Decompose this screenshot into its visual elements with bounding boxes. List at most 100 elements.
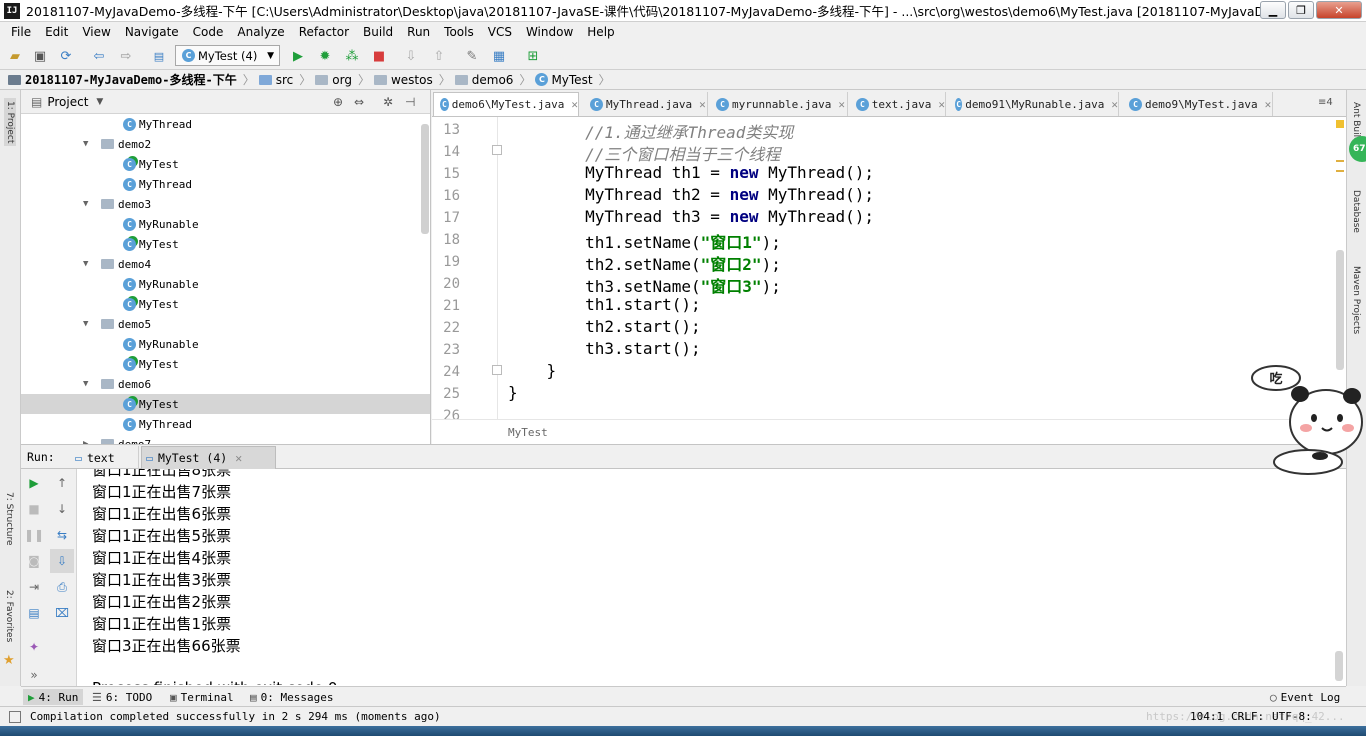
close-tab-icon[interactable]: ✕ (235, 451, 242, 465)
menu-view[interactable]: View (75, 25, 117, 39)
file-encoding[interactable]: UTF-8: (1272, 710, 1312, 723)
trash-icon[interactable]: ⌧ (54, 605, 70, 621)
pin-icon[interactable]: ✦ (26, 639, 42, 655)
expand-arrow-icon[interactable]: ▼ (83, 199, 95, 209)
event-log-tool-button[interactable]: ◯ Event Log (1265, 689, 1345, 705)
rerun-icon[interactable]: ▶ (26, 475, 42, 491)
tab-text[interactable]: C text.java ✕ (850, 92, 946, 116)
soft-wrap-icon[interactable]: ⇆ (54, 527, 70, 543)
menu-run[interactable]: Run (400, 25, 437, 39)
maven-tool-button[interactable]: Maven Projects (1351, 266, 1361, 334)
run-configuration-select[interactable]: C MyTest (4) ▼ (175, 45, 280, 66)
structure-tool-button[interactable]: 7: Structure (4, 492, 14, 546)
close-tab-icon[interactable]: ✕ (571, 98, 578, 111)
menu-edit[interactable]: Edit (38, 25, 75, 39)
stop-icon[interactable]: ■ (370, 47, 388, 65)
star-icon[interactable]: ★ (3, 653, 15, 668)
tree-folder[interactable]: ▼ demo4 (21, 254, 430, 274)
tree-class[interactable]: C MyTest (21, 354, 430, 374)
tree-folder[interactable]: ▼ demo5 (21, 314, 430, 334)
tree-class[interactable]: C MyTest (21, 154, 430, 174)
sdk-icon[interactable]: ⊞ (524, 47, 542, 65)
breadcrumb-project[interactable]: 20181107-MyJavaDemo-多线程-下午 〉 (8, 71, 255, 88)
print-icon[interactable]: ⎙ (54, 579, 70, 595)
terminal-tool-button[interactable]: ▣ Terminal (165, 689, 239, 705)
breadcrumb-westos[interactable]: westos 〉 (373, 71, 451, 88)
close-tab-icon[interactable]: ✕ (838, 98, 845, 111)
close-tab-icon[interactable]: ✕ (1111, 98, 1118, 111)
stop-icon[interactable]: ■ (26, 501, 42, 517)
run-tool-button[interactable]: ▶ 4: Run (23, 689, 84, 705)
breadcrumb-src[interactable]: src 〉 (258, 71, 311, 88)
tree-folder[interactable]: ▼ demo2 (21, 134, 430, 154)
close-tab-icon[interactable]: ✕ (938, 98, 945, 111)
menu-refactor[interactable]: Refactor (292, 25, 356, 39)
sync-icon[interactable]: ⟳ (57, 47, 75, 65)
tab-demo9-mytest[interactable]: C demo9\MyTest.java ✕ (1123, 92, 1273, 116)
more-icon[interactable]: » (26, 667, 42, 683)
menu-analyze[interactable]: Analyze (230, 25, 291, 39)
menu-file[interactable]: File (4, 25, 38, 39)
expand-arrow-icon[interactable]: ▼ (83, 259, 95, 269)
tree-class[interactable]: C MyRunable (21, 274, 430, 294)
scroll-to-end-icon[interactable]: ⇩ (50, 549, 74, 573)
tree-folder[interactable]: ▶ demo7 (21, 434, 430, 444)
breadcrumb-mytest[interactable]: C MyTest 〉 (535, 71, 611, 88)
up-arrow-icon[interactable]: ↑ (54, 475, 70, 491)
project-scrollbar[interactable] (421, 124, 429, 234)
tab-myrunnable[interactable]: C myrunnable.java ✕ (710, 92, 848, 116)
code-area[interactable]: //1.通过继承Thread类实现 //三个窗口相当于三个线程 MyThread… (432, 117, 1332, 419)
error-stripe-mark[interactable] (1336, 160, 1344, 162)
collapse-all-icon[interactable]: ⇔ (354, 95, 364, 109)
chevron-down-icon[interactable]: ▼ (96, 97, 103, 107)
close-tab-icon[interactable]: ✕ (1265, 98, 1272, 111)
messages-tool-button[interactable]: ▤ 0: Messages (245, 689, 338, 705)
menu-code[interactable]: Code (186, 25, 231, 39)
hide-panel-icon[interactable]: ⊣ (405, 95, 415, 109)
maximize-button[interactable]: ❐ (1288, 1, 1314, 19)
forward-arrow-icon[interactable]: ⇨ (117, 47, 135, 65)
editor-scrollbar[interactable] (1336, 250, 1344, 370)
warning-marker[interactable] (1336, 120, 1344, 128)
tab-demo91-myrunable[interactable]: C demo91\MyRunable.java ✕ (949, 92, 1119, 116)
expand-arrow-icon[interactable]: ▼ (83, 319, 95, 329)
panel-toggle-icon[interactable] (9, 711, 21, 723)
project-tool-button[interactable]: 1: Project (4, 98, 16, 147)
commit-icon[interactable]: ⇧ (430, 47, 448, 65)
cursor-position[interactable]: 104:1 (1190, 710, 1223, 723)
layout-icon[interactable]: ▤ (26, 605, 42, 621)
camera-icon[interactable]: ◙ (26, 553, 42, 569)
run-tab-mytest[interactable]: ▭ MyTest (4) ✕ (141, 446, 276, 469)
pause-icon[interactable]: ❚❚ (24, 527, 44, 543)
locate-target-icon[interactable]: ⊕ (333, 95, 343, 109)
project-view-title[interactable]: Project (47, 95, 88, 109)
gear-icon[interactable]: ✲ (383, 95, 393, 109)
menu-window[interactable]: Window (519, 25, 580, 39)
breadcrumb-demo6[interactable]: demo6 〉 (454, 71, 531, 88)
tree-class[interactable]: C MyTest (21, 394, 430, 414)
console-output[interactable]: 窗口1正在出售8张票 窗口1正在出售7张票 窗口1正在出售6张票 窗口1正在出售5张票… (92, 469, 1332, 685)
debug-icon[interactable]: ✹ (316, 47, 334, 65)
run-tab-text[interactable]: ▭ text (71, 446, 139, 469)
open-folder-icon[interactable]: ▰ (6, 47, 24, 65)
editor-breadcrumb[interactable]: MyTest (432, 419, 1346, 444)
menu-help[interactable]: Help (580, 25, 621, 39)
tab-mythread[interactable]: C MyThread.java ✕ (584, 92, 708, 116)
todo-tool-button[interactable]: ☰ 6: TODO (87, 689, 157, 705)
menu-navigate[interactable]: Navigate (118, 25, 186, 39)
tree-class[interactable]: C MyThread (21, 174, 430, 194)
favorites-tool-button[interactable]: 2: Favorites (4, 590, 14, 642)
down-arrow-icon[interactable]: ↓ (54, 501, 70, 517)
back-arrow-icon[interactable]: ⇦ (90, 47, 108, 65)
tree-class[interactable]: C MyTest (21, 234, 430, 254)
tab-demo6-mytest[interactable]: C demo6\MyTest.java ✕ (433, 92, 579, 116)
console-scrollbar[interactable] (1335, 651, 1343, 681)
breadcrumb-org[interactable]: org 〉 (315, 71, 370, 88)
tree-class[interactable]: C MyRunable (21, 334, 430, 354)
tree-folder[interactable]: ▼ demo3 (21, 194, 430, 214)
database-tool-button[interactable]: Database (1351, 190, 1361, 233)
coverage-icon[interactable]: ⁂ (343, 47, 361, 65)
error-stripe-mark[interactable] (1336, 170, 1344, 172)
exit-icon[interactable]: ⇥ (26, 579, 42, 595)
menu-tools[interactable]: Tools (437, 25, 481, 39)
